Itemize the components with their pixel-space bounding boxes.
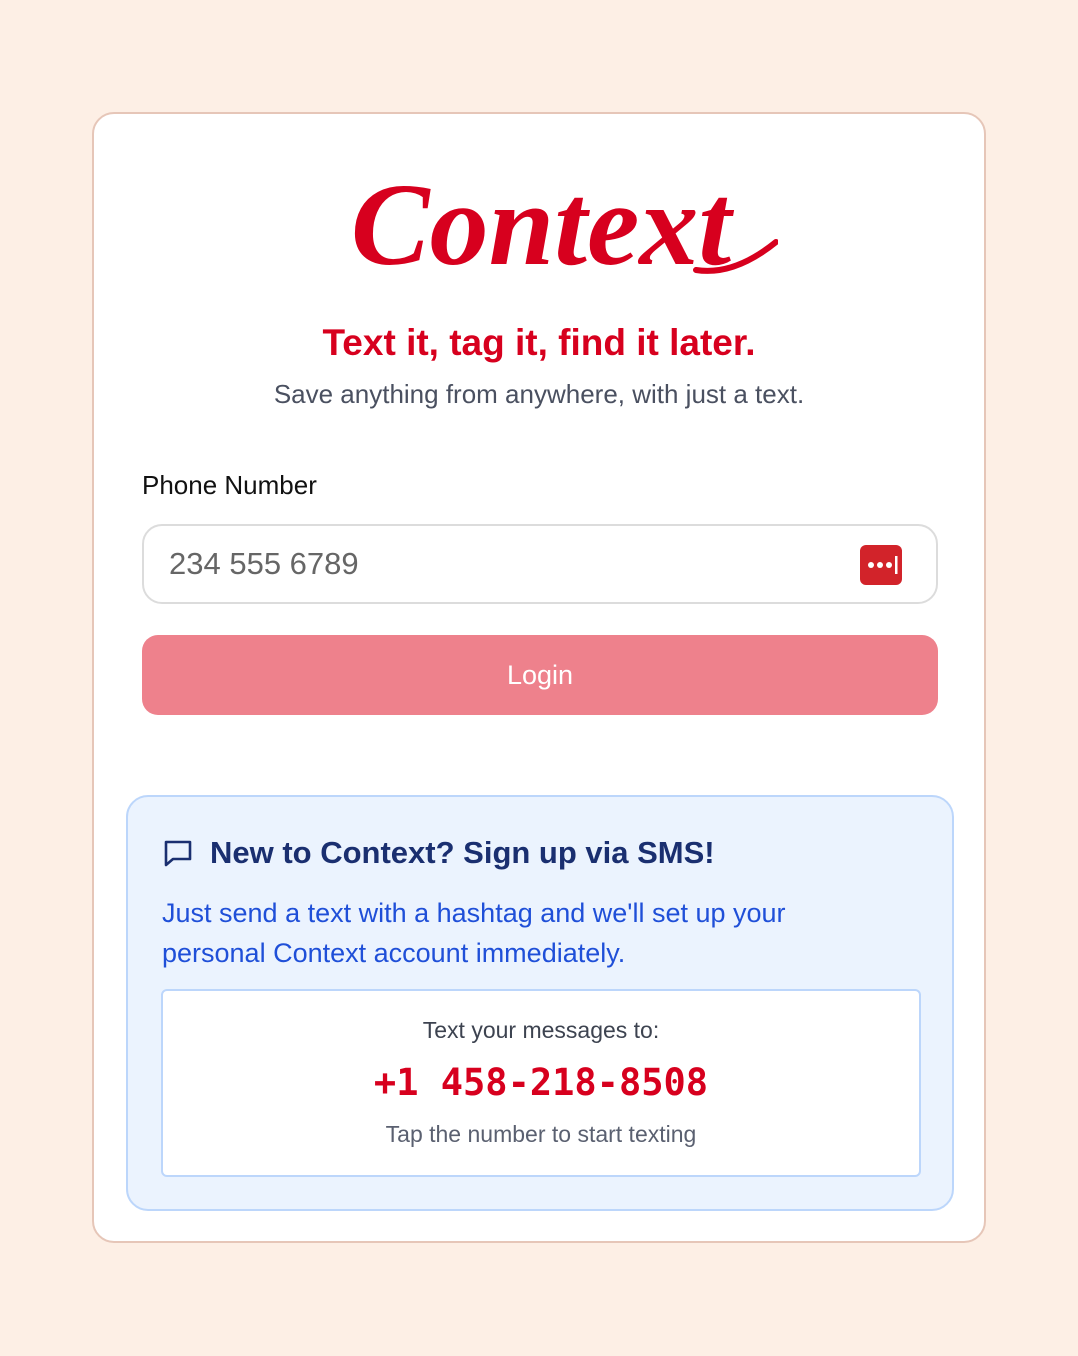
context-logo-script: Context	[351, 159, 778, 290]
context-logo: Context	[304, 158, 778, 294]
svg-text:Context: Context	[351, 159, 734, 290]
tagline: Text it, tag it, find it later.	[322, 322, 756, 363]
phone-number-field	[142, 524, 938, 604]
phone-number-input[interactable]	[144, 526, 936, 602]
sms-number-hint: Tap the number to start texting	[385, 1121, 697, 1147]
sms-number-link[interactable]: +1 458-218-8508	[163, 1061, 919, 1104]
chat-bubble-icon	[162, 837, 194, 869]
subtitle: Save anything from anywhere, with just a…	[273, 379, 805, 409]
sms-number-caption: Text your messages to:	[422, 1017, 660, 1043]
sms-signup-description: Just send a text with a hashtag and we'l…	[162, 898, 786, 968]
sms-signup-header: New to Context? Sign up via SMS!	[162, 835, 715, 871]
password-dots-icon[interactable]	[860, 545, 902, 585]
login-card: Context Text it, tag it, find it later. …	[92, 112, 986, 1243]
sms-number-box: Text your messages to: +1 458-218-8508 T…	[161, 989, 921, 1177]
phone-number-label: Phone Number	[142, 470, 317, 500]
login-button[interactable]: Login	[142, 635, 938, 715]
sms-signup-title: New to Context? Sign up via SMS!	[210, 835, 715, 870]
sms-signup-panel: New to Context? Sign up via SMS! Just se…	[126, 795, 954, 1211]
